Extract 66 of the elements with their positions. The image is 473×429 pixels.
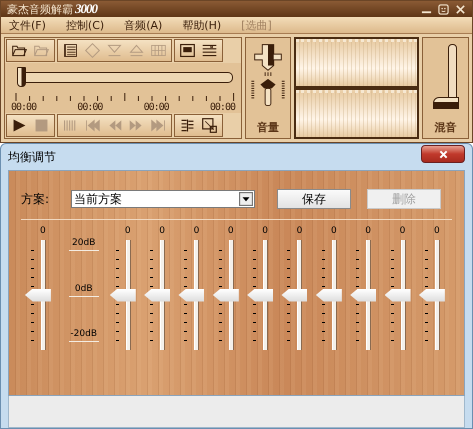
band-slider[interactable] bbox=[316, 240, 342, 350]
preamp-slider[interactable] bbox=[24, 240, 51, 350]
value-label: 0 bbox=[400, 225, 406, 238]
band-slider-thumb[interactable] bbox=[350, 288, 376, 302]
dialog-title: 均衡调节 bbox=[8, 148, 56, 166]
preamp-slider-thumb[interactable] bbox=[24, 288, 51, 302]
band-slider[interactable] bbox=[178, 240, 204, 350]
value-label: 0 bbox=[365, 225, 372, 238]
mix-slider-thumb[interactable] bbox=[432, 96, 458, 109]
band-slider-thumb[interactable] bbox=[384, 288, 411, 302]
close-icon[interactable] bbox=[455, 4, 466, 14]
value-label: 0 bbox=[194, 225, 200, 238]
scale-label: -20dB bbox=[68, 329, 99, 342]
band-slider-thumb[interactable] bbox=[144, 288, 170, 302]
menu-item[interactable]: 音频(A) bbox=[124, 18, 162, 32]
band-slider-thumb[interactable] bbox=[247, 288, 274, 302]
band-slider-thumb[interactable] bbox=[316, 288, 342, 302]
band-slider[interactable] bbox=[144, 240, 170, 350]
value-label: 0 bbox=[159, 225, 165, 238]
panel-icon[interactable] bbox=[201, 42, 218, 59]
value-label: 0 bbox=[434, 225, 440, 238]
band-slider-thumb[interactable] bbox=[418, 288, 445, 302]
band-slider-thumb[interactable] bbox=[212, 288, 239, 302]
mix-label: 混音 bbox=[434, 120, 456, 135]
band-slider[interactable] bbox=[384, 240, 411, 350]
band-slider[interactable] bbox=[350, 240, 376, 350]
scale-label: 0dB bbox=[68, 284, 99, 296]
band-slider-thumb[interactable] bbox=[178, 288, 204, 302]
band-slider-thumb[interactable] bbox=[110, 288, 136, 302]
resize-icon[interactable] bbox=[201, 117, 218, 134]
seek-thumb[interactable] bbox=[17, 67, 26, 87]
list-icon[interactable] bbox=[62, 42, 79, 59]
band-slider[interactable] bbox=[281, 240, 308, 350]
equalizer-icon[interactable] bbox=[179, 117, 196, 134]
band-slider[interactable] bbox=[110, 240, 136, 350]
scheme-label: 方案: bbox=[21, 190, 50, 208]
volume-label: 音量 bbox=[257, 120, 279, 135]
action-button[interactable]: 保存 bbox=[277, 189, 351, 209]
value-label: 0 bbox=[40, 225, 46, 238]
app-logo: 3000 bbox=[75, 1, 97, 17]
menu-item[interactable]: 控制(C) bbox=[66, 18, 104, 32]
band-slider[interactable] bbox=[418, 240, 445, 350]
app-title: 豪杰音频解霸 bbox=[7, 2, 73, 16]
time-label: 00:00 bbox=[11, 102, 36, 113]
menu-item[interactable]: 帮助(H) bbox=[182, 18, 222, 32]
close-button[interactable] bbox=[421, 145, 465, 163]
smiley-icon[interactable] bbox=[438, 4, 449, 14]
mix-slider[interactable] bbox=[432, 44, 458, 108]
scheme-dropdown[interactable]: 当前方案 bbox=[71, 190, 255, 208]
play-icon[interactable] bbox=[11, 117, 28, 134]
value-label: 0 bbox=[228, 225, 234, 238]
seek-slider[interactable] bbox=[17, 67, 233, 87]
value-label: 0 bbox=[262, 225, 268, 238]
screen-icon[interactable] bbox=[179, 42, 196, 59]
band-slider[interactable] bbox=[247, 240, 274, 350]
band-slider-thumb[interactable] bbox=[281, 288, 308, 302]
time-label: 00:00 bbox=[210, 102, 235, 113]
value-label: 0 bbox=[124, 225, 131, 238]
time-label: 00:00 bbox=[77, 102, 102, 113]
menu-item[interactable]: 文件(F) bbox=[9, 18, 46, 32]
close-icon bbox=[438, 150, 448, 158]
band-slider[interactable] bbox=[212, 240, 239, 350]
value-label: 0 bbox=[296, 225, 302, 238]
value-label: 0 bbox=[330, 225, 337, 238]
time-label: 00:00 bbox=[144, 102, 169, 113]
scale-label: 20dB bbox=[68, 238, 99, 251]
